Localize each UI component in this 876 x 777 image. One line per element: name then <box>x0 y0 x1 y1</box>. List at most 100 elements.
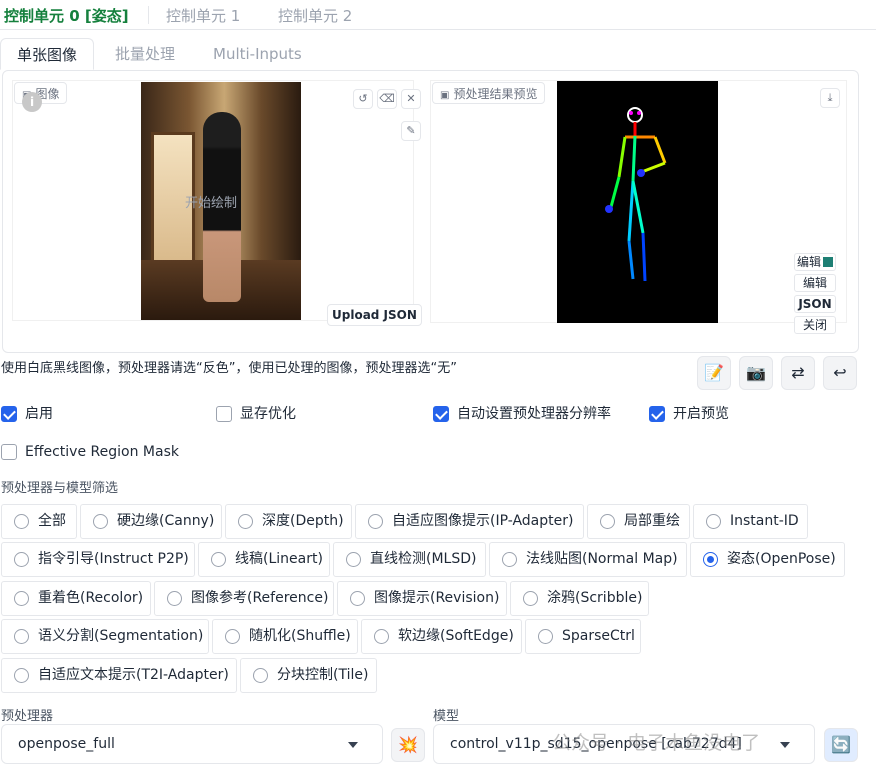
filter-openpose[interactable]: 姿态(OpenPose) <box>690 542 845 577</box>
filter-sparsectrl[interactable]: SparseCtrl <box>525 619 641 654</box>
info-icon[interactable]: i <box>22 92 42 112</box>
upload-json-button[interactable]: Upload JSON <box>327 304 422 326</box>
tab-control-unit-0[interactable]: 控制单元 0 [姿态] <box>4 5 129 26</box>
preprocessor-select[interactable]: openpose_full <box>1 724 383 764</box>
filter-instruct-p2p[interactable]: 指令引导(Instruct P2P) <box>1 542 195 577</box>
pixel-perfect-label: 自动设置预处理器分辨率 <box>457 406 611 422</box>
pose-left-thigh <box>627 180 635 242</box>
pose-right-upper-arm <box>653 136 667 164</box>
enable-checkbox[interactable]: 启用 <box>1 404 53 424</box>
filter-section-label: 预处理器与模型筛选 <box>1 481 119 496</box>
close-preview-button[interactable]: 关闭 <box>794 316 836 334</box>
close-icon[interactable]: ✕ <box>401 89 421 109</box>
radio-dot <box>167 591 182 606</box>
filter-recolor[interactable]: 重着色(Recolor) <box>1 581 151 616</box>
download-icon[interactable]: ⤓ <box>820 88 840 108</box>
radio-dot <box>14 668 29 683</box>
filter-label: 自适应图像提示(IP-Adapter) <box>392 513 574 529</box>
filter-canny[interactable]: 硬边缘(Canny) <box>80 504 222 539</box>
filter-depth[interactable]: 深度(Depth) <box>225 504 352 539</box>
radio-dot <box>14 629 29 644</box>
radio-dot <box>14 591 29 606</box>
filter-shuffle[interactable]: 随机化(Shuffle) <box>212 619 358 654</box>
filter-reference[interactable]: 图像参考(Reference) <box>154 581 334 616</box>
mode-tabs: 单张图像 批量处理 Multi-Inputs <box>0 38 876 70</box>
start-drawing-text: 开始绘制 <box>185 196 238 211</box>
low-vram-label: 显存优化 <box>240 406 296 422</box>
tab-control-unit-1[interactable]: 控制单元 1 <box>166 5 240 26</box>
checkbox-box[interactable] <box>216 406 232 422</box>
pose-eye-left <box>629 111 633 115</box>
tab-control-unit-2[interactable]: 控制单元 2 <box>278 5 352 26</box>
edit-button-1[interactable]: 编辑 <box>794 253 836 271</box>
filter-label: 全部 <box>38 513 66 529</box>
checkbox-box[interactable] <box>649 406 665 422</box>
json-button[interactable]: JSON <box>794 295 836 313</box>
edit-button-1-text: 编辑 <box>796 255 821 269</box>
filter-instant-id[interactable]: Instant-ID <box>693 504 808 539</box>
pose-torso <box>631 135 637 182</box>
image-icon: ▣ <box>440 90 450 101</box>
filter-tile[interactable]: 分块控制(Tile) <box>240 658 377 693</box>
camera-icon[interactable]: 📷 <box>739 356 773 390</box>
tab-single-image[interactable]: 单张图像 <box>0 38 95 70</box>
refresh-icon[interactable]: 🔄 <box>824 728 858 762</box>
filter-label: 软边缘(SoftEdge) <box>398 628 514 644</box>
undo-icon[interactable]: ↺ <box>353 89 373 109</box>
notepad-icon[interactable]: 📝 <box>697 356 731 390</box>
filter-label: 姿态(OpenPose) <box>727 551 836 567</box>
pose-skeleton <box>605 107 667 282</box>
filter-label: 硬边缘(Canny) <box>117 513 215 529</box>
filter-ip-adapter[interactable]: 自适应图像提示(IP-Adapter) <box>355 504 584 539</box>
allow-preview-checkbox[interactable]: 开启预览 <box>649 404 729 424</box>
filter-lineart[interactable]: 线稿(Lineart) <box>198 542 330 577</box>
filter-label: 图像提示(Revision) <box>374 590 500 606</box>
brush-icon[interactable]: ✎ <box>401 121 421 141</box>
tab-batch[interactable]: 批量处理 <box>115 38 175 70</box>
pose-head <box>627 107 643 123</box>
pose-right-shin <box>641 232 647 282</box>
filter-label: 重着色(Recolor) <box>38 590 144 606</box>
model-label: 模型 <box>433 709 460 724</box>
filter-label: 语义分割(Segmentation) <box>38 628 204 644</box>
eraser-icon[interactable]: ⌫ <box>377 89 397 109</box>
photopea-icon <box>823 257 833 267</box>
filter-scribble[interactable]: 涂鸦(Scribble) <box>510 581 649 616</box>
run-preprocessor-icon[interactable]: 💥 <box>391 728 425 762</box>
radio-dot <box>706 514 721 529</box>
tab-multi-inputs[interactable]: Multi-Inputs <box>213 38 302 70</box>
checkbox-box[interactable] <box>1 444 17 460</box>
radio-dot <box>238 514 253 529</box>
send-dimensions-icon[interactable]: ↩ <box>823 356 857 390</box>
filter-revision[interactable]: 图像提示(Revision) <box>337 581 507 616</box>
filter-label: 涂鸦(Scribble) <box>547 590 643 606</box>
filter-inpaint[interactable]: 局部重绘 <box>587 504 690 539</box>
filter-label: 自适应文本提示(T2I-Adapter) <box>38 667 229 683</box>
filter-normal-map[interactable]: 法线贴图(Normal Map) <box>489 542 687 577</box>
filter-segmentation[interactable]: 语义分割(Segmentation) <box>1 619 209 654</box>
checkbox-box[interactable] <box>1 406 17 422</box>
filter-all[interactable]: 全部 <box>1 504 77 539</box>
swap-icon[interactable]: ⇄ <box>781 356 815 390</box>
hint-text: 使用白底黑线图像，预处理器请选“反色”，使用已处理的图像，预处理器选“无” <box>1 361 457 376</box>
effective-region-mask-checkbox[interactable]: Effective Region Mask <box>1 442 179 462</box>
low-vram-checkbox[interactable]: 显存优化 <box>216 404 296 424</box>
filter-label: 深度(Depth) <box>262 513 344 529</box>
radio-dot <box>368 514 383 529</box>
radio-dot <box>253 668 268 683</box>
pose-eye-right <box>637 111 641 115</box>
pixel-perfect-checkbox[interactable]: 自动设置预处理器分辨率 <box>433 404 611 424</box>
edit-button-2[interactable]: 编辑 <box>794 274 836 292</box>
filter-softedge[interactable]: 软边缘(SoftEdge) <box>361 619 522 654</box>
checkbox-box[interactable] <box>433 406 449 422</box>
filter-label: 指令引导(Instruct P2P) <box>38 551 189 567</box>
filter-mlsd[interactable]: 直线检测(MLSD) <box>333 542 486 577</box>
tab-separator <box>148 6 149 24</box>
filter-label: 图像参考(Reference) <box>191 590 329 606</box>
filter-label: 线稿(Lineart) <box>235 551 323 567</box>
filter-label: 分块控制(Tile) <box>277 667 369 683</box>
filter-label: 随机化(Shuffle) <box>249 628 351 644</box>
filter-t2i-adapter[interactable]: 自适应文本提示(T2I-Adapter) <box>1 658 237 693</box>
radio-dot <box>93 514 108 529</box>
preview-label-text: 预处理结果预览 <box>453 87 538 101</box>
